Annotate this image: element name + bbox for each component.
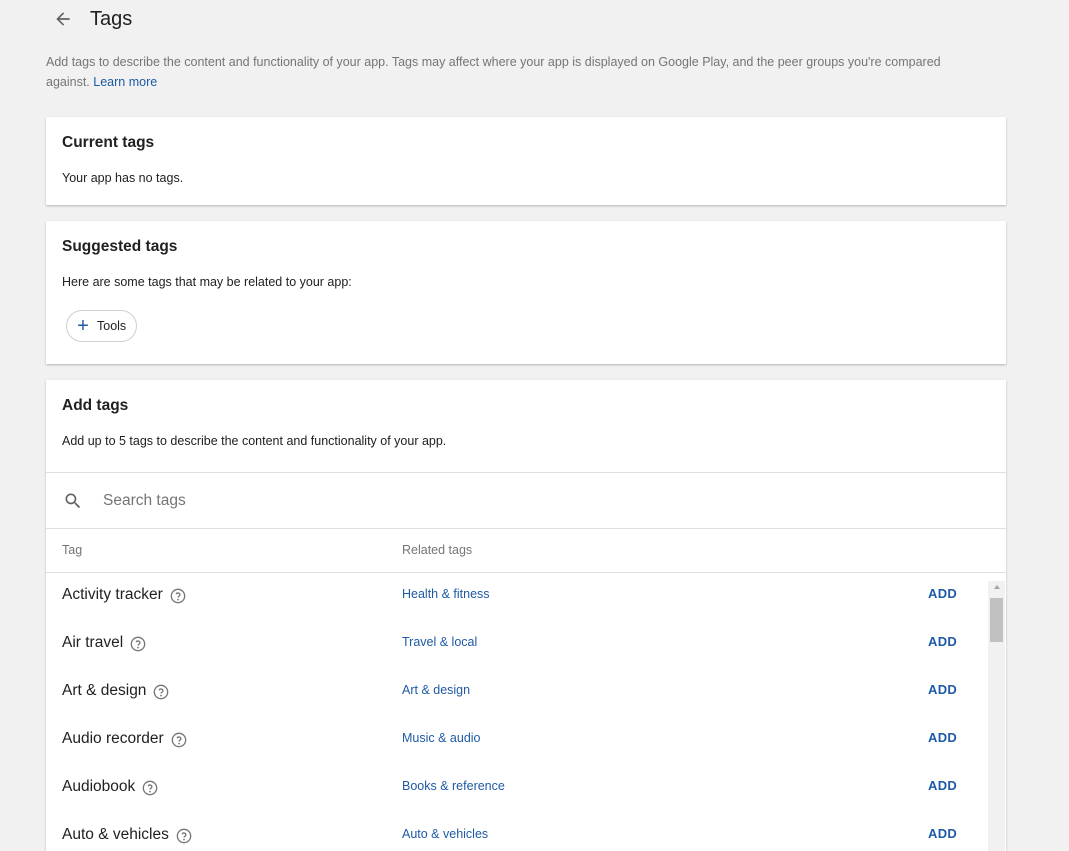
column-header-tag: Tag [62, 543, 83, 557]
page-title: Tags [90, 7, 133, 30]
add-tags-card: Add tags Add up to 5 tags to describe th… [46, 380, 1006, 851]
add-tags-text: Add up to 5 tags to describe the content… [62, 434, 447, 448]
table-row: Air travel Travel & local ADD [46, 621, 988, 669]
search-icon [65, 493, 81, 508]
tag-name: Audio recorder [62, 730, 187, 748]
current-tags-empty-text: Your app has no tags. [62, 171, 184, 185]
suggested-tags-card: Suggested tags Here are some tags that m… [46, 221, 1006, 364]
help-icon[interactable] [130, 636, 146, 652]
help-icon[interactable] [153, 684, 169, 700]
help-icon[interactable] [176, 828, 192, 844]
back-button[interactable] [46, 2, 80, 36]
add-tag-button[interactable]: ADD [928, 826, 957, 841]
related-tag-link[interactable]: Books & reference [402, 779, 505, 793]
learn-more-link[interactable]: Learn more [93, 75, 157, 89]
related-tag-link[interactable]: Auto & vehicles [402, 827, 488, 841]
tag-name: Activity tracker [62, 586, 186, 604]
column-header-related: Related tags [402, 543, 473, 557]
page-header: Tags [46, 0, 132, 38]
arrow-left-icon [56, 12, 70, 26]
help-icon[interactable] [170, 588, 186, 604]
related-tag-link[interactable]: Health & fitness [402, 587, 490, 601]
table-header: Tag Related tags [46, 527, 1006, 573]
table-row: Art & design Art & design ADD [46, 669, 988, 717]
add-tag-button[interactable]: ADD [928, 730, 957, 745]
intro-text: Add tags to describe the content and fun… [46, 52, 986, 92]
tag-name: Auto & vehicles [62, 826, 192, 844]
table-row: Activity tracker Health & fitness ADD [46, 573, 988, 621]
tag-name-text: Activity tracker [62, 586, 163, 603]
tag-name-text: Audio recorder [62, 730, 164, 747]
tags-page: Tags Add tags to describe the content an… [0, 0, 1069, 851]
add-tag-button[interactable]: ADD [928, 586, 957, 601]
suggested-tags-text: Here are some tags that may be related t… [62, 275, 352, 289]
table-row: Audiobook Books & reference ADD [46, 765, 988, 813]
related-tag-link[interactable]: Music & audio [402, 731, 481, 745]
tag-name: Art & design [62, 682, 169, 700]
current-tags-card: Current tags Your app has no tags. [46, 117, 1006, 205]
search-input[interactable] [101, 490, 905, 511]
tag-name-text: Art & design [62, 682, 147, 699]
help-icon[interactable] [142, 780, 158, 796]
plus-icon: + [77, 315, 89, 337]
suggested-tag-chip-tools[interactable]: + Tools [66, 310, 138, 342]
suggested-tags-title: Suggested tags [62, 238, 178, 255]
related-tag-link[interactable]: Art & design [402, 683, 470, 697]
add-tag-button[interactable]: ADD [928, 634, 957, 649]
tag-name-text: Audiobook [62, 778, 136, 795]
related-tag-link[interactable]: Travel & local [402, 635, 477, 649]
intro-description: Add tags to describe the content and fun… [46, 55, 941, 89]
tag-list-scrollbar[interactable] [988, 581, 1005, 851]
tag-name-text: Air travel [62, 634, 124, 651]
search-bar [46, 472, 1006, 529]
add-tag-button[interactable]: ADD [928, 682, 957, 697]
current-tags-title: Current tags [62, 134, 155, 151]
scroll-up-arrow-icon[interactable] [988, 583, 1005, 595]
table-row: Auto & vehicles Auto & vehicles ADD [46, 813, 988, 851]
tag-list: Activity tracker Health & fitness ADD Ai… [46, 573, 988, 851]
scrollbar-thumb[interactable] [990, 598, 1003, 642]
chip-label: Tools [97, 319, 127, 333]
help-icon[interactable] [171, 732, 187, 748]
add-tag-button[interactable]: ADD [928, 778, 957, 793]
tag-name: Audiobook [62, 778, 158, 796]
table-row: Audio recorder Music & audio ADD [46, 717, 988, 765]
add-tags-title: Add tags [62, 397, 129, 414]
tag-name-text: Auto & vehicles [62, 826, 169, 843]
tag-name: Air travel [62, 634, 146, 652]
